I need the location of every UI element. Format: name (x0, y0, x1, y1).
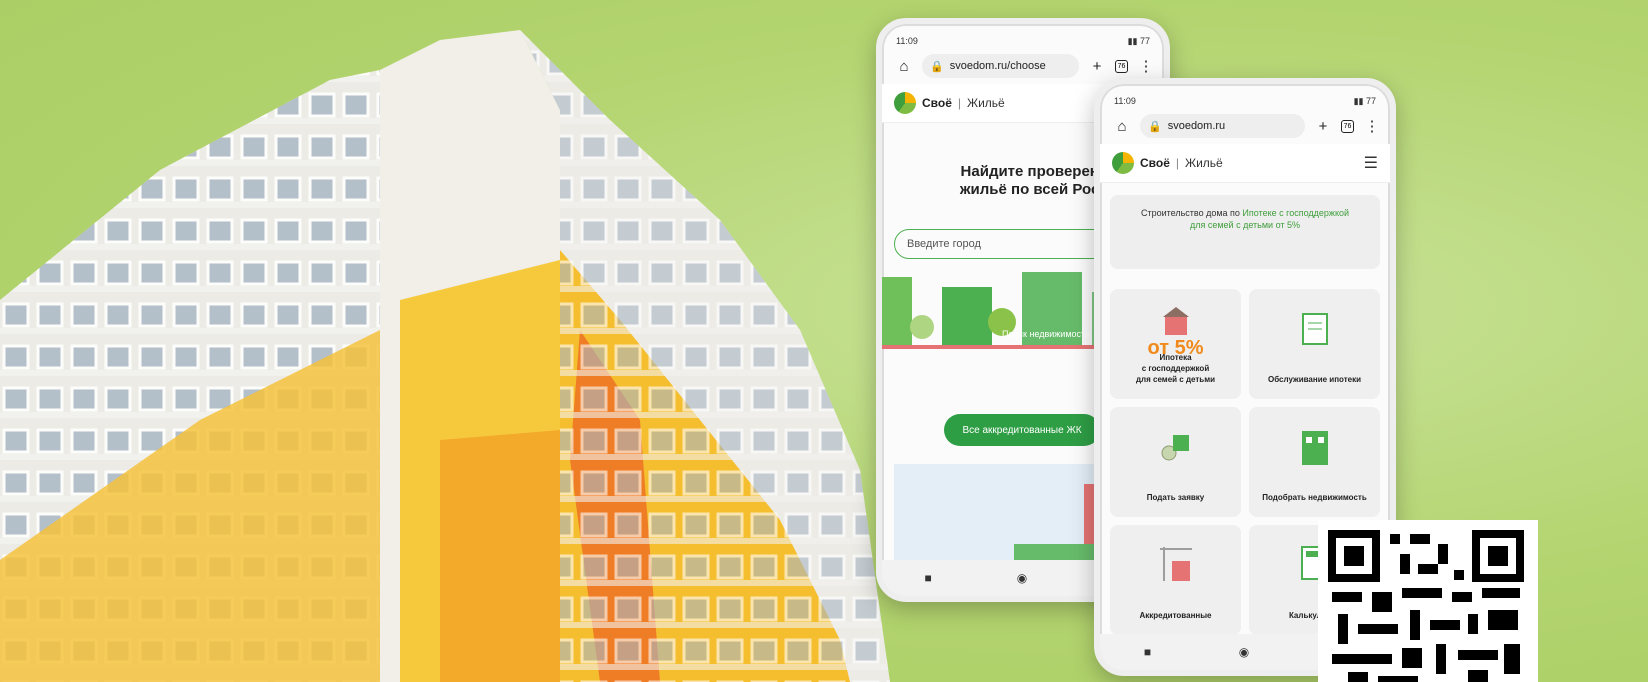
lock-icon: 🔒 (930, 60, 944, 73)
new-tab-icon[interactable]: + (1089, 58, 1105, 75)
site-header: Своё | Жильё ☰ (1100, 144, 1390, 183)
card-label: Подать заявку (1146, 493, 1205, 502)
battery-icon: ▮▮ 77 (1127, 35, 1150, 46)
brand-name: Своё (1140, 156, 1170, 170)
logo-icon[interactable] (1112, 152, 1134, 174)
tab-count-badge[interactable]: 76 (1115, 59, 1128, 73)
battery-level: 77 (1365, 95, 1376, 106)
apartment-building-photo (0, 30, 890, 682)
recents-icon[interactable]: ■ (1144, 645, 1151, 659)
service-card-accredited[interactable]: Аккредитованные (1110, 525, 1241, 635)
accredited-projects-button[interactable]: Все аккредитованные ЖК (944, 414, 1100, 446)
tab-count-badge[interactable]: 76 (1341, 119, 1354, 133)
brand-separator: | (1175, 156, 1180, 170)
browser-toolbar: ⌂ 🔒 svoedom.ru + 76 ⋮ (1100, 112, 1390, 144)
address-bar[interactable]: 🔒 svoedom.ru (1140, 114, 1305, 138)
house-icon (1162, 307, 1189, 335)
service-card-apply[interactable]: Подать заявку (1110, 407, 1241, 517)
brand-section: Жильё (1185, 156, 1223, 170)
key-icon (1161, 435, 1189, 461)
card-label: Обслуживание ипотеки (1267, 375, 1362, 384)
service-card-mortgage-service[interactable]: Обслуживание ипотеки (1249, 289, 1380, 399)
card-label: Аккредитованные (1139, 611, 1212, 620)
url-text: svoedom.ru/choose (949, 60, 1046, 72)
brand-section: Жильё (967, 96, 1005, 110)
brand-separator: | (957, 96, 962, 110)
home-nav-icon[interactable]: ◉ (1017, 571, 1027, 585)
crane-icon (1159, 547, 1192, 581)
recents-icon[interactable]: ■ (925, 571, 932, 585)
qr-code (1318, 520, 1538, 682)
service-card-mortgage[interactable]: от 5% Ипотека с господдержкой для семей … (1110, 289, 1241, 399)
banner-text: Строительство дома по (1140, 208, 1243, 218)
card-label: Подобрать недвижимость (1262, 493, 1367, 502)
home-icon[interactable]: ⌂ (896, 58, 912, 75)
promo-banner: 11:09 ▮▮ 77 ⌂ 🔒 svoedom.ru/choose + 76 ⋮… (0, 0, 1648, 682)
promo-banner-card[interactable]: Строительство дома по Ипотеке с господде… (1110, 195, 1380, 269)
logo-icon[interactable] (894, 92, 916, 114)
qr-code-graphic (1328, 530, 1524, 682)
status-time: 11:09 (896, 36, 918, 46)
status-bar: 11:09 ▮▮ 77 (882, 30, 1164, 52)
hamburger-menu-icon[interactable]: ☰ (1364, 153, 1378, 173)
search-caption: Поиск недвижимости (1002, 329, 1090, 339)
card-label: Ипотека с господдержкой для семей с деть… (1135, 353, 1216, 384)
status-time: 11:09 (1114, 96, 1136, 106)
status-bar: 11:09 ▮▮ 77 (1100, 90, 1390, 112)
url-text: svoedom.ru (1167, 120, 1226, 132)
building-icon (1301, 431, 1328, 465)
home-icon[interactable]: ⌂ (1114, 118, 1130, 135)
battery-level: 77 (1139, 35, 1150, 46)
battery-icon: ▮▮ 77 (1353, 95, 1376, 106)
home-nav-icon[interactable]: ◉ (1239, 645, 1249, 659)
service-card-find-property[interactable]: Подобрать недвижимость (1249, 407, 1380, 517)
brand-name: Своё (922, 96, 952, 110)
more-menu-icon[interactable]: ⋮ (1138, 57, 1154, 75)
address-bar[interactable]: 🔒 svoedom.ru/choose (922, 54, 1079, 78)
clipboard-icon (1301, 313, 1328, 345)
new-tab-icon[interactable]: + (1315, 118, 1331, 135)
more-menu-icon[interactable]: ⋮ (1364, 117, 1380, 135)
lock-icon: 🔒 (1148, 120, 1162, 133)
